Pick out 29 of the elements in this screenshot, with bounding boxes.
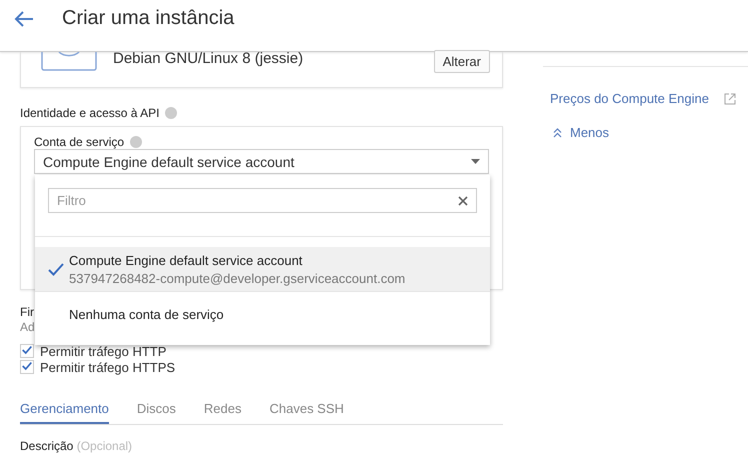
clear-icon[interactable]	[458, 196, 468, 206]
check-icon	[48, 262, 64, 276]
caret-icon	[471, 159, 480, 164]
menu-option[interactable]: Nenhuma conta de serviço	[35, 292, 490, 336]
tab[interactable]: Redes	[204, 399, 242, 424]
service-account-select[interactable]: Compute Engine default service account	[34, 149, 489, 174]
section-title: Identidade e acesso à API	[20, 106, 160, 120]
os-name: Debian GNU/Linux 8 (jessie)	[113, 50, 304, 67]
page-title: Criar uma instância	[62, 7, 234, 30]
checkbox-label: Permitir tráfego HTTP	[40, 344, 166, 358]
field-label: Conta de serviço	[34, 135, 124, 149]
section-subtitle: Ad	[20, 320, 35, 335]
pricing-link[interactable]: Preços do Compute Engine	[550, 91, 709, 106]
checkbox[interactable]	[20, 360, 34, 374]
checkbox-label: Permitir tráfego HTTPS	[40, 360, 176, 374]
description-label: Descrição (Opcional)	[20, 439, 134, 453]
chevron-up-icon	[553, 128, 562, 138]
filter-field[interactable]: Filtro	[48, 188, 477, 213]
less-toggle[interactable]: Menos	[553, 125, 610, 140]
disk-image-icon	[41, 52, 97, 71]
external-link-icon[interactable]	[724, 92, 736, 104]
change-button[interactable]: Alterar	[434, 50, 490, 73]
tab[interactable]: Discos	[136, 399, 176, 424]
checkbox[interactable]	[20, 344, 34, 358]
tab[interactable]: Gerenciamento	[20, 399, 109, 424]
section-title: Fir	[20, 305, 34, 320]
menu-option[interactable]: Compute Engine default service account 537947268482-compute@developer.gserviceaccount.com	[35, 247, 490, 292]
tab[interactable]: Chaves SSH	[269, 399, 344, 424]
back-arrow-icon[interactable]	[14, 10, 34, 26]
